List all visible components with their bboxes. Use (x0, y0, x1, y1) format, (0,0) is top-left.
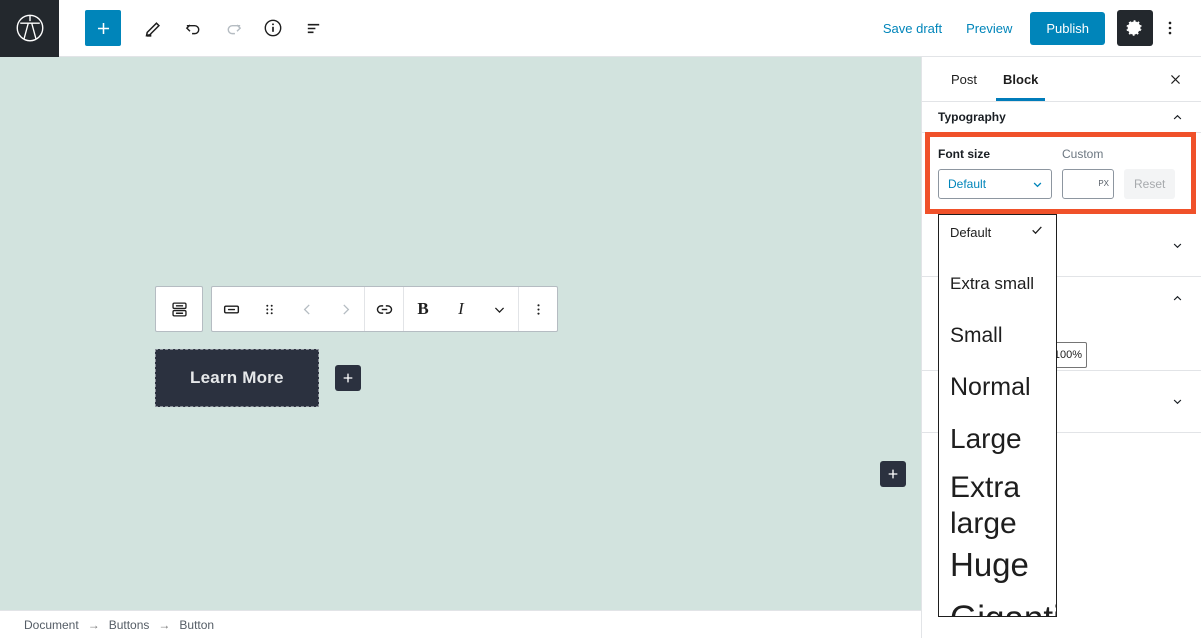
buttons-block-icon[interactable] (160, 287, 198, 331)
block-toolbar-main: B I (211, 286, 558, 332)
font-size-option[interactable]: Large (939, 422, 1056, 456)
sidebar-tabs: Post Block (922, 57, 1201, 102)
chevron-up-icon (1170, 110, 1185, 125)
button-block-row: Learn More (155, 349, 361, 407)
typography-panel-title: Typography (938, 110, 1006, 124)
parent-block-selector[interactable] (155, 286, 203, 332)
close-icon[interactable] (1159, 63, 1191, 95)
font-size-option-label: Large (950, 423, 1022, 454)
undo-icon[interactable] (175, 10, 211, 46)
font-size-option-label: Normal (950, 373, 1031, 401)
drag-handle-icon[interactable] (250, 287, 288, 331)
move-up-icon (288, 287, 326, 331)
font-size-option-label: Gigantic (950, 598, 1056, 616)
breadcrumb: Document → Buttons → Button (24, 618, 214, 632)
publish-button[interactable]: Publish (1030, 11, 1105, 45)
chevron-down-icon (1170, 238, 1185, 253)
font-size-option-label: Extra large (950, 471, 1021, 540)
font-size-option[interactable]: Extra small (939, 272, 1056, 295)
font-size-option[interactable]: Default (939, 222, 1056, 243)
font-size-option-label: Huge (950, 546, 1029, 583)
bold-icon[interactable]: B (404, 287, 442, 331)
link-icon[interactable] (365, 287, 403, 331)
editor-footer: Document → Buttons → Button (0, 610, 921, 638)
block-options-icon[interactable] (519, 287, 557, 331)
edit-pencil-icon[interactable] (135, 10, 171, 46)
chevron-down-icon (1170, 394, 1185, 409)
font-size-controls: Font size Default Custom px (938, 147, 1185, 199)
block-toolbar: B I (155, 286, 558, 332)
add-block-button[interactable] (85, 10, 121, 46)
breadcrumb-item-button[interactable]: Button (179, 618, 214, 632)
tab-block[interactable]: Block (990, 57, 1051, 101)
font-size-option[interactable]: Huge (939, 545, 1056, 584)
editor-canvas[interactable] (0, 57, 921, 610)
kebab-menu-icon[interactable] (1153, 10, 1187, 46)
font-size-select[interactable]: Default (938, 169, 1052, 199)
font-size-label: Font size (938, 147, 991, 161)
custom-font-size-input[interactable] (1062, 169, 1114, 199)
font-size-option[interactable]: Gigantic (939, 598, 1056, 616)
font-size-option-label: Small (950, 324, 1003, 347)
wordpress-logo-icon[interactable] (0, 0, 59, 57)
preview-button[interactable]: Preview (954, 13, 1024, 44)
typography-panel-body: Font size Default Custom px (922, 133, 1201, 215)
block-navigation-icon[interactable] (295, 10, 331, 46)
italic-icon[interactable]: I (442, 287, 480, 331)
breadcrumb-separator: → (158, 617, 171, 632)
typography-panel-header[interactable]: Typography (922, 102, 1201, 133)
font-size-option-label: Default (950, 225, 992, 240)
breadcrumb-separator: → (87, 617, 100, 632)
breadcrumb-item-buttons[interactable]: Buttons (109, 618, 150, 632)
custom-font-size-field: Custom px (1062, 147, 1114, 199)
redo-icon (215, 10, 251, 46)
breadcrumb-item-document[interactable]: Document (24, 618, 79, 632)
button-appender-plus-icon[interactable] (334, 365, 361, 391)
more-rich-text-icon[interactable] (480, 287, 518, 331)
editor-header: Save draft Preview Publish (0, 0, 1201, 57)
info-icon[interactable] (255, 10, 291, 46)
gear-icon[interactable] (1117, 10, 1153, 46)
custom-label: Custom (1062, 147, 1104, 161)
font-size-field: Font size Default (938, 147, 1052, 199)
header-actions: Save draft Preview Publish (871, 10, 1201, 46)
wordpress-block-editor: Save draft Preview Publish B I Learn Mor… (0, 0, 1201, 638)
save-draft-button[interactable]: Save draft (871, 13, 954, 44)
font-size-option[interactable]: Small (939, 322, 1056, 349)
checkmark-icon (1029, 222, 1045, 243)
button-block[interactable]: Learn More (155, 349, 319, 407)
font-size-option[interactable]: Normal (939, 372, 1056, 403)
header-tools (59, 10, 331, 46)
tab-post[interactable]: Post (938, 57, 990, 101)
font-size-dropdown-list[interactable]: Default Extra small Small Normal Large Extra … (938, 214, 1057, 617)
move-down-icon (326, 287, 364, 331)
font-size-option[interactable]: Extra large (939, 470, 1056, 542)
canvas-inserter-plus-icon[interactable] (880, 461, 906, 487)
reset-button[interactable]: Reset (1124, 169, 1176, 199)
font-size-option-label: Extra small (950, 274, 1035, 293)
chevron-up-icon (1170, 291, 1185, 306)
button-block-icon[interactable] (212, 287, 250, 331)
